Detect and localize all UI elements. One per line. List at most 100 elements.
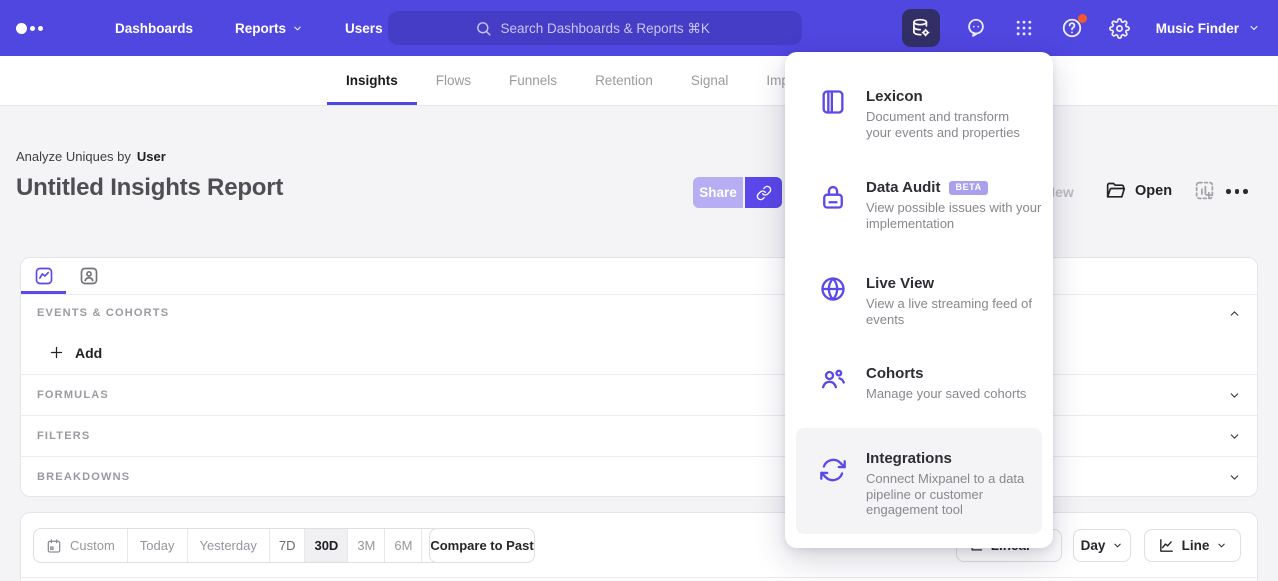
section-events-cohorts[interactable]: EVENTS & COHORTS	[21, 295, 1257, 331]
chevron-down-icon[interactable]	[1228, 471, 1241, 484]
section-formulas[interactable]: FORMULAS	[21, 374, 1257, 415]
range-yesterday[interactable]: Yesterday	[188, 529, 270, 562]
chart-type-label: Line	[1182, 538, 1210, 553]
apps-grid-icon[interactable]	[1012, 16, 1036, 40]
chevron-down-icon	[1112, 540, 1123, 551]
profiles-tab[interactable]	[66, 258, 111, 294]
tab-funnels[interactable]: Funnels	[490, 56, 576, 105]
menu-item-desc: View a live streaming feed of events	[866, 296, 1053, 327]
nav-dashboards[interactable]: Dashboards	[115, 21, 193, 36]
share-button-group: Share	[693, 177, 782, 208]
compare-to-past-button[interactable]: Compare to Past	[429, 528, 535, 563]
help-icon[interactable]	[1060, 16, 1084, 40]
section-breakdowns[interactable]: BREAKDOWNS	[21, 456, 1257, 497]
tab-flows[interactable]: Flows	[417, 56, 490, 105]
chevron-down-icon	[1248, 22, 1260, 34]
report-tabbar: Insights Flows Funnels Retention Signal …	[0, 56, 1278, 106]
range-6m[interactable]: 6M	[385, 529, 422, 562]
search-input[interactable]	[501, 21, 716, 36]
insights-chart-tab[interactable]	[21, 258, 66, 294]
range-3m[interactable]: 3M	[348, 529, 385, 562]
chart-controls-panel: Custom Today Yesterday 7D 30D 3M 6M 12M …	[20, 512, 1258, 581]
range-label: Custom	[70, 538, 115, 553]
menu-item-title: Data Audit BETA	[866, 179, 1053, 196]
section-filters[interactable]: FILTERS	[21, 415, 1257, 456]
chart-icon	[34, 266, 54, 286]
panel-divider	[21, 577, 1257, 578]
notification-dot	[1078, 14, 1087, 23]
top-nav: Dashboards Reports Users	[0, 0, 1278, 56]
builder-view-tabs	[21, 258, 1257, 295]
analyze-label: Analyze Uniques by	[16, 149, 131, 164]
menu-item-desc: Connect Mixpanel to a data pipeline or c…	[866, 471, 1053, 518]
chevron-down-icon	[292, 23, 303, 34]
cohorts-people-icon	[819, 365, 847, 393]
lexicon-book-icon	[819, 88, 847, 116]
support-chat-icon[interactable]	[964, 16, 988, 40]
menu-item-title: Lexicon	[866, 88, 1053, 105]
section-label: FORMULAS	[37, 389, 109, 401]
tab-insights[interactable]: Insights	[327, 56, 417, 105]
chevron-down-icon[interactable]	[1228, 389, 1241, 402]
range-30d[interactable]: 30D	[305, 529, 348, 562]
range-today[interactable]: Today	[128, 529, 188, 562]
topnav-right-cluster: Music Finder	[902, 0, 1278, 56]
menu-item-integrations[interactable]: Integrations Connect Mixpanel to a data …	[785, 450, 1053, 518]
calendar-icon	[46, 538, 62, 554]
page-title[interactable]: Untitled Insights Report	[16, 174, 283, 202]
chevron-up-icon[interactable]	[1228, 307, 1241, 320]
add-event-button[interactable]: Add	[49, 345, 102, 361]
share-button[interactable]: Share	[693, 177, 743, 208]
date-range-segmented-control: Custom Today Yesterday 7D 30D 3M 6M 12M	[33, 528, 467, 563]
range-7d[interactable]: 7D	[270, 529, 306, 562]
menu-item-title: Integrations	[866, 450, 1053, 467]
open-label: Open	[1135, 183, 1172, 199]
chevron-down-icon[interactable]	[1228, 430, 1241, 443]
mixpanel-logo[interactable]	[16, 23, 43, 34]
project-switcher[interactable]: Music Finder	[1156, 21, 1260, 36]
add-to-dashboard-icon[interactable]	[1194, 180, 1215, 201]
nav-users[interactable]: Users	[345, 21, 383, 36]
interval-label: Day	[1081, 538, 1106, 553]
add-label: Add	[75, 345, 102, 361]
data-audit-lock-icon	[819, 183, 847, 211]
tools-menu-popover: Lexicon Document and transform your even…	[785, 52, 1053, 548]
search-icon	[475, 20, 492, 37]
section-label: EVENTS & COHORTS	[37, 307, 169, 319]
project-name: Music Finder	[1156, 21, 1239, 36]
menu-item-live-view[interactable]: Live View View a live streaming feed of …	[785, 275, 1053, 327]
settings-gear-icon[interactable]	[1108, 16, 1132, 40]
link-icon	[756, 185, 772, 201]
data-management-icon[interactable]	[902, 9, 940, 47]
analyze-value[interactable]: User	[137, 149, 166, 164]
person-icon	[79, 266, 99, 286]
search-box[interactable]	[388, 11, 802, 45]
beta-badge: BETA	[949, 181, 987, 195]
section-label: FILTERS	[37, 430, 90, 442]
more-options-icon[interactable]	[1226, 189, 1248, 194]
menu-item-desc: Manage your saved cohorts	[866, 386, 1053, 402]
menu-item-cohorts[interactable]: Cohorts Manage your saved cohorts	[785, 365, 1053, 402]
menu-item-desc: Document and transform your events and p…	[866, 109, 1053, 140]
plus-icon	[49, 345, 64, 360]
interval-dropdown[interactable]: Day	[1073, 529, 1131, 562]
menu-item-lexicon[interactable]: Lexicon Document and transform your even…	[785, 88, 1053, 140]
menu-item-title: Cohorts	[866, 365, 1053, 382]
nav-reports-label: Reports	[235, 21, 286, 36]
menu-item-data-audit[interactable]: Data Audit BETA View possible issues wit…	[785, 179, 1053, 231]
tab-retention[interactable]: Retention	[576, 56, 672, 105]
chart-type-dropdown[interactable]: Line	[1144, 529, 1241, 562]
line-chart-icon	[1158, 537, 1175, 554]
section-label: BREAKDOWNS	[37, 471, 130, 483]
chevron-down-icon	[1216, 540, 1227, 551]
open-report-button[interactable]: Open	[1106, 181, 1172, 201]
live-view-globe-icon	[819, 275, 847, 303]
report-subtitle: Analyze Uniques by User	[16, 149, 166, 164]
nav-reports[interactable]: Reports	[235, 21, 303, 36]
menu-item-desc: View possible issues with your implement…	[866, 200, 1053, 231]
range-custom[interactable]: Custom	[34, 529, 128, 562]
copy-link-button[interactable]	[745, 177, 782, 208]
tab-signal[interactable]: Signal	[672, 56, 748, 105]
query-builder-panel: EVENTS & COHORTS Add FORMULAS FILTERS BR…	[20, 257, 1258, 497]
events-add-row: Add	[21, 331, 1257, 374]
